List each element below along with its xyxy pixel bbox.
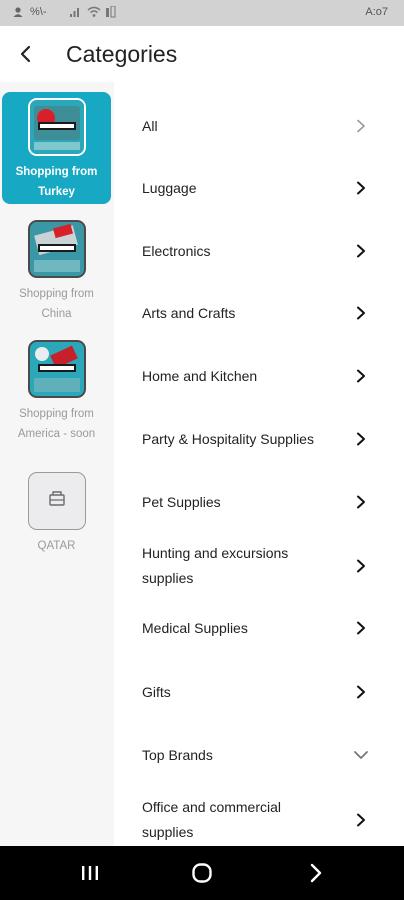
- category-label: Luggage: [142, 179, 197, 196]
- category-row-medical-supplies[interactable]: Medical Supplies: [124, 612, 394, 644]
- category-row-home-and-kitchen[interactable]: Home and Kitchen: [124, 360, 394, 392]
- page-title: Categories: [66, 40, 178, 67]
- battery-signal-icon: [105, 5, 117, 18]
- category-row-arts-and-crafts[interactable]: Arts and Crafts: [124, 297, 394, 329]
- chevron-right-icon: [346, 613, 376, 643]
- sidebar-item-qatar[interactable]: QATAR: [2, 466, 111, 578]
- category-label: Pet Supplies: [142, 493, 221, 510]
- home-icon: [192, 863, 212, 883]
- category-list: All Luggage Electronics Arts and Crafts …: [124, 94, 394, 846]
- user-icon: [12, 6, 24, 18]
- back-arrow-icon: [20, 45, 31, 63]
- chevron-right-icon: [346, 677, 376, 707]
- system-nav-bar: [0, 846, 404, 900]
- category-label: Gifts: [142, 683, 171, 700]
- sidebar-item-label: QATAR: [37, 540, 76, 552]
- chevron-right-icon: [346, 236, 376, 266]
- category-row-office-commercial[interactable]: Office and commercial supplies: [124, 794, 394, 846]
- chevron-right-icon: [346, 111, 376, 141]
- signal-icon: [69, 6, 81, 18]
- chevron-right-icon: [346, 551, 376, 581]
- chevron-right-icon: [346, 424, 376, 454]
- category-label: All: [142, 117, 158, 134]
- status-left: %\-: [12, 5, 117, 18]
- category-label: Electronics: [142, 242, 211, 259]
- turkey-store-image: [28, 98, 86, 156]
- category-row-pet-supplies[interactable]: Pet Supplies: [124, 486, 394, 518]
- status-time: A:o7: [365, 6, 388, 18]
- sidebar-item-label: Shopping from China: [19, 288, 94, 320]
- recents-icon: [82, 866, 98, 880]
- status-bar: %\- A:o7: [0, 0, 404, 26]
- chevron-right-icon: [346, 487, 376, 517]
- app-header: Categories: [0, 26, 404, 82]
- sidebar: Shopping from Turkey Shopping from China: [0, 82, 114, 846]
- chevron-right-icon: [346, 173, 376, 203]
- chevron-down-icon: [346, 740, 376, 770]
- category-row-gifts[interactable]: Gifts: [124, 676, 394, 708]
- category-label: Hunting and excursions supplies: [142, 545, 289, 586]
- category-row-electronics[interactable]: Electronics: [124, 235, 394, 267]
- america-store-image: [28, 340, 86, 398]
- category-row-luggage[interactable]: Luggage: [124, 172, 394, 204]
- chevron-right-icon: [346, 298, 376, 328]
- category-row-top-brands[interactable]: Top Brands: [124, 739, 394, 771]
- sidebar-item-turkey[interactable]: Shopping from Turkey: [2, 92, 111, 204]
- recents-button[interactable]: [50, 846, 130, 900]
- category-label: Medical Supplies: [142, 619, 248, 636]
- category-label: Party & Hospitality Supplies: [142, 430, 314, 447]
- chevron-right-icon: [346, 361, 376, 391]
- sidebar-item-america[interactable]: Shopping from America - soon: [2, 334, 111, 446]
- category-label: Office and commercial supplies: [142, 799, 282, 840]
- sidebar-item-label: Shopping from Turkey: [15, 166, 98, 198]
- category-label: Home and Kitchen: [142, 367, 258, 384]
- sidebar-item-label: Shopping from America - soon: [17, 408, 96, 440]
- sidebar-item-china[interactable]: Shopping from China: [2, 214, 111, 326]
- qatar-store-icon: [28, 472, 86, 530]
- nav-back-button[interactable]: [276, 846, 356, 900]
- wifi-icon: [87, 6, 100, 18]
- category-row-party-hospitality[interactable]: Party & Hospitality Supplies: [124, 423, 394, 455]
- category-label: Arts and Crafts: [142, 304, 236, 321]
- status-percent-text: %\-: [30, 6, 47, 18]
- category-row-hunting[interactable]: Hunting and excursions supplies: [124, 540, 394, 592]
- category-row-all[interactable]: All: [124, 110, 394, 142]
- home-button[interactable]: [162, 846, 242, 900]
- back-button[interactable]: [4, 32, 48, 76]
- category-label: Top Brands: [142, 746, 213, 763]
- china-store-image: [28, 220, 86, 278]
- nav-back-icon: [310, 863, 322, 883]
- chevron-right-icon: [346, 805, 376, 835]
